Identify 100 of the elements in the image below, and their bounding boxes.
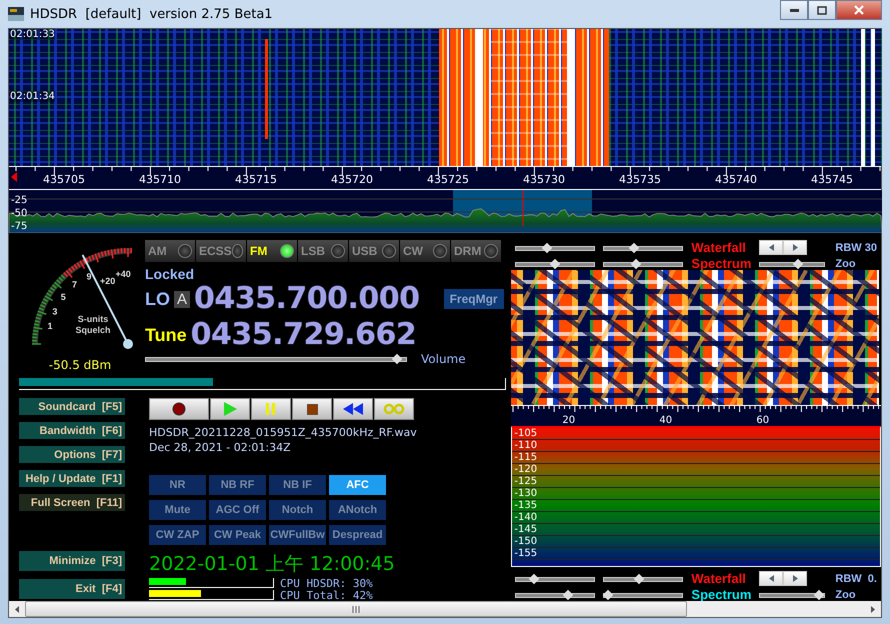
slider-thumb[interactable]	[392, 354, 402, 364]
right-arrow-button[interactable]	[783, 240, 808, 255]
menu-button[interactable]: Soundcard [F5]	[19, 398, 125, 415]
close-icon	[854, 5, 864, 15]
mode-button[interactable]: DRM	[451, 240, 501, 262]
rbw-label: RBW 30	[835, 242, 878, 254]
play-button[interactable]	[210, 398, 250, 420]
dsp-button[interactable]: CW Peak	[209, 525, 266, 545]
dsp-button[interactable]: CW ZAP	[149, 525, 206, 545]
mode-button[interactable]: FM	[247, 240, 297, 262]
spectrum-slider[interactable]	[603, 259, 684, 269]
slider-thumb[interactable]	[562, 590, 574, 600]
dsp-button[interactable]: NB RF	[209, 475, 266, 495]
slider-thumb[interactable]	[542, 242, 552, 253]
clock: 2022-01-01 上午 12:00:45	[149, 552, 396, 577]
tune-label: Tune	[145, 324, 187, 346]
mode-button[interactable]: CW	[400, 240, 450, 262]
window-title: HDSDR [default] version 2.75 Beta1	[30, 6, 274, 22]
scroll-thumb[interactable]	[25, 601, 687, 617]
waterfall-slider[interactable]	[603, 242, 684, 252]
slider-thumb[interactable]	[634, 573, 645, 584]
frequency-label: 435720	[330, 173, 374, 188]
dsp-button[interactable]: NR	[149, 475, 206, 495]
db-label: -140	[513, 512, 538, 523]
db-label: -115	[513, 452, 538, 463]
db-label: -155	[513, 548, 538, 559]
frequency-label: 435735	[618, 173, 662, 188]
scale-label: 7	[72, 280, 77, 290]
lo-frequency[interactable]: 0435.700.000	[194, 282, 420, 316]
frequency-label: 435740	[714, 173, 758, 188]
dsp-button[interactable]: Notch	[269, 500, 326, 520]
led-icon	[178, 244, 192, 258]
lo-label: LO	[145, 288, 170, 310]
dsp-button[interactable]: ANotch	[329, 500, 386, 520]
slider-thumb[interactable]	[792, 258, 804, 270]
menu-button[interactable]: Full Screen [F11]	[19, 494, 125, 511]
s-units-label: S-units	[78, 314, 108, 324]
minimize-button[interactable]	[780, 0, 808, 20]
vfo-button[interactable]: A	[174, 290, 190, 308]
volume-label: Volume	[421, 352, 466, 366]
led-icon	[232, 244, 243, 258]
menu-button[interactable]: Help / Update [F1]	[19, 470, 125, 487]
slider-thumb[interactable]	[529, 573, 540, 584]
zoom-slider[interactable]	[759, 590, 826, 600]
mode-button[interactable]: USB	[349, 240, 399, 262]
right-arrow-icon	[792, 575, 798, 582]
spectrum-slider[interactable]	[515, 590, 596, 600]
left-arrow-button[interactable]	[759, 240, 784, 255]
volume-slider[interactable]	[145, 354, 407, 364]
close-button[interactable]	[836, 0, 882, 20]
slider-thumb[interactable]	[550, 258, 561, 270]
led-icon	[280, 244, 294, 258]
menu-button[interactable]: Minimize [F3]	[19, 551, 125, 571]
tune-frequency[interactable]: 0435.729.662	[190, 318, 416, 352]
dsp-button[interactable]: AGC Off	[209, 500, 266, 520]
rewind-button[interactable]	[333, 398, 373, 420]
scale-label: 5	[60, 292, 66, 302]
menu-button[interactable]: Options [F7]	[19, 446, 125, 463]
dsp-button[interactable]: NB IF	[269, 475, 326, 495]
db-label: -110	[513, 440, 538, 451]
loop-button[interactable]	[374, 398, 414, 420]
waterfall-slider[interactable]	[603, 574, 684, 584]
db-label: -130	[513, 488, 538, 499]
frequency-label: 435745	[810, 173, 854, 188]
stop-button[interactable]	[292, 398, 332, 420]
slider-thumb[interactable]	[814, 590, 825, 600]
zoom-slider[interactable]	[759, 259, 826, 269]
waterfall-timestamp: 02:01:34	[10, 91, 55, 102]
left-arrow-icon	[768, 244, 774, 251]
left-arrow-button[interactable]	[759, 571, 784, 586]
led-icon	[331, 244, 345, 258]
menu-button[interactable]: Exit [F4]	[19, 579, 125, 599]
tuning-marker-icon[interactable]	[11, 172, 17, 182]
dsp-button[interactable]: Mute	[149, 500, 206, 520]
spectrum-slider[interactable]	[515, 259, 596, 269]
record-button[interactable]	[149, 398, 209, 420]
mode-button[interactable]: LSB	[298, 240, 348, 262]
mode-button[interactable]: ECSS	[196, 240, 246, 262]
spectrum-label: Spectrum	[691, 257, 752, 271]
waterfall-slider[interactable]	[515, 242, 596, 252]
dsp-button[interactable]: Despread	[329, 525, 386, 545]
freqmgr-button[interactable]: FreqMgr	[444, 289, 504, 309]
slider-thumb[interactable]	[603, 590, 614, 600]
db-label: -135	[513, 500, 538, 511]
zoom-label: Zoo	[835, 589, 857, 601]
mode-button[interactable]: AM	[145, 240, 195, 262]
frequency-label: 435730	[522, 173, 566, 188]
maximize-button[interactable]	[808, 0, 836, 20]
spectrum-slider[interactable]	[603, 590, 684, 600]
dsp-button[interactable]: CWFullBw	[269, 525, 326, 545]
dsp-button[interactable]: AFC	[329, 475, 386, 495]
menu-button[interactable]: Bandwidth [F6]	[19, 422, 125, 439]
waterfall-slider[interactable]	[515, 574, 596, 584]
horizontal-scrollbar[interactable]	[9, 601, 881, 617]
led-icon	[382, 244, 396, 258]
slider-thumb[interactable]	[629, 242, 640, 253]
waterfall-timestamp: 02:01:33	[10, 29, 55, 40]
right-arrow-button[interactable]	[783, 571, 808, 586]
right-arrow-icon	[792, 244, 798, 251]
pause-button[interactable]	[251, 398, 291, 420]
